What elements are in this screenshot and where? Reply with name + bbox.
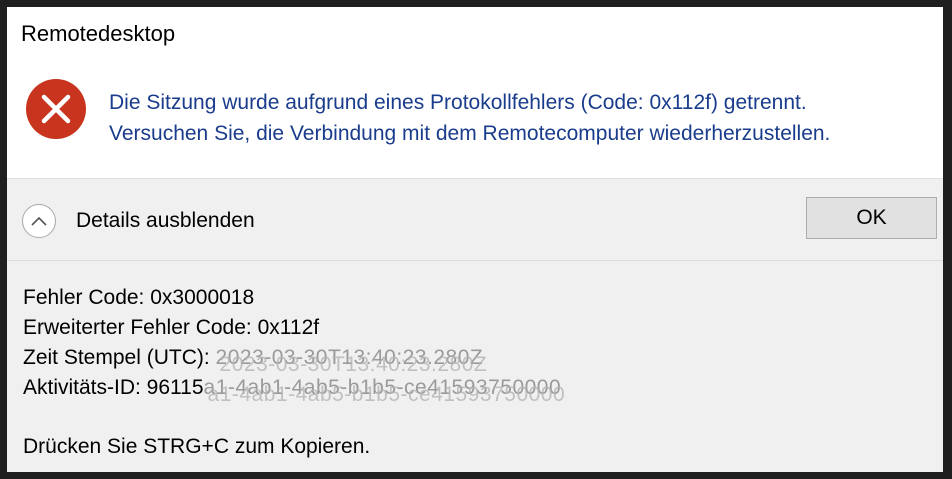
error-message-line2: Versuchen Sie, die Verbindung mit dem Re…	[109, 122, 831, 145]
extended-error-code-line: Erweiterter Fehler Code: 0x112f	[23, 316, 320, 339]
timestamp-line: Zeit Stempel (UTC): 2023-03-30T13:40:23.…	[23, 343, 561, 376]
error-details: Fehler Code: 0x3000018 Erweiterter Fehle…	[23, 283, 566, 406]
error-message: Die Sitzung wurde aufgrund eines Protoko…	[109, 87, 830, 149]
copy-hint: Drücken Sie STRG+C zum Kopieren.	[23, 435, 371, 458]
activity-id-label: Aktivitäts-ID: 96115	[23, 376, 204, 399]
chevron-up-icon	[22, 204, 56, 238]
details-toggle-label: Details ausblenden	[76, 209, 255, 232]
activity-id-line: Aktivitäts-ID: 96115a1-4ab1-4ab5-b1b5-ce…	[23, 373, 566, 406]
ok-button[interactable]: OK	[806, 197, 937, 239]
dialog-title: Remotedesktop	[21, 21, 176, 46]
error-icon	[25, 78, 87, 140]
error-code-line: Fehler Code: 0x3000018	[23, 286, 255, 309]
activity-id-value: a1-4ab1-4ab5-b1b5-ce41593750000 a1-4ab1-4…	[203, 376, 566, 406]
details-toggle-button[interactable]: Details ausblenden	[22, 201, 255, 241]
timestamp-label: Zeit Stempel (UTC):	[23, 346, 210, 369]
timestamp-value: 2023-03-30T13:40:23.280Z 2023-03-30T13:4…	[215, 346, 488, 376]
details-separator	[7, 260, 943, 261]
details-panel: Details ausblenden OK Fehler Code: 0x300…	[7, 178, 943, 472]
error-message-line1: Die Sitzung wurde aufgrund eines Protoko…	[109, 91, 807, 114]
remote-desktop-dialog: Remotedesktop Die Sitzung wurde aufgrund…	[7, 7, 943, 472]
